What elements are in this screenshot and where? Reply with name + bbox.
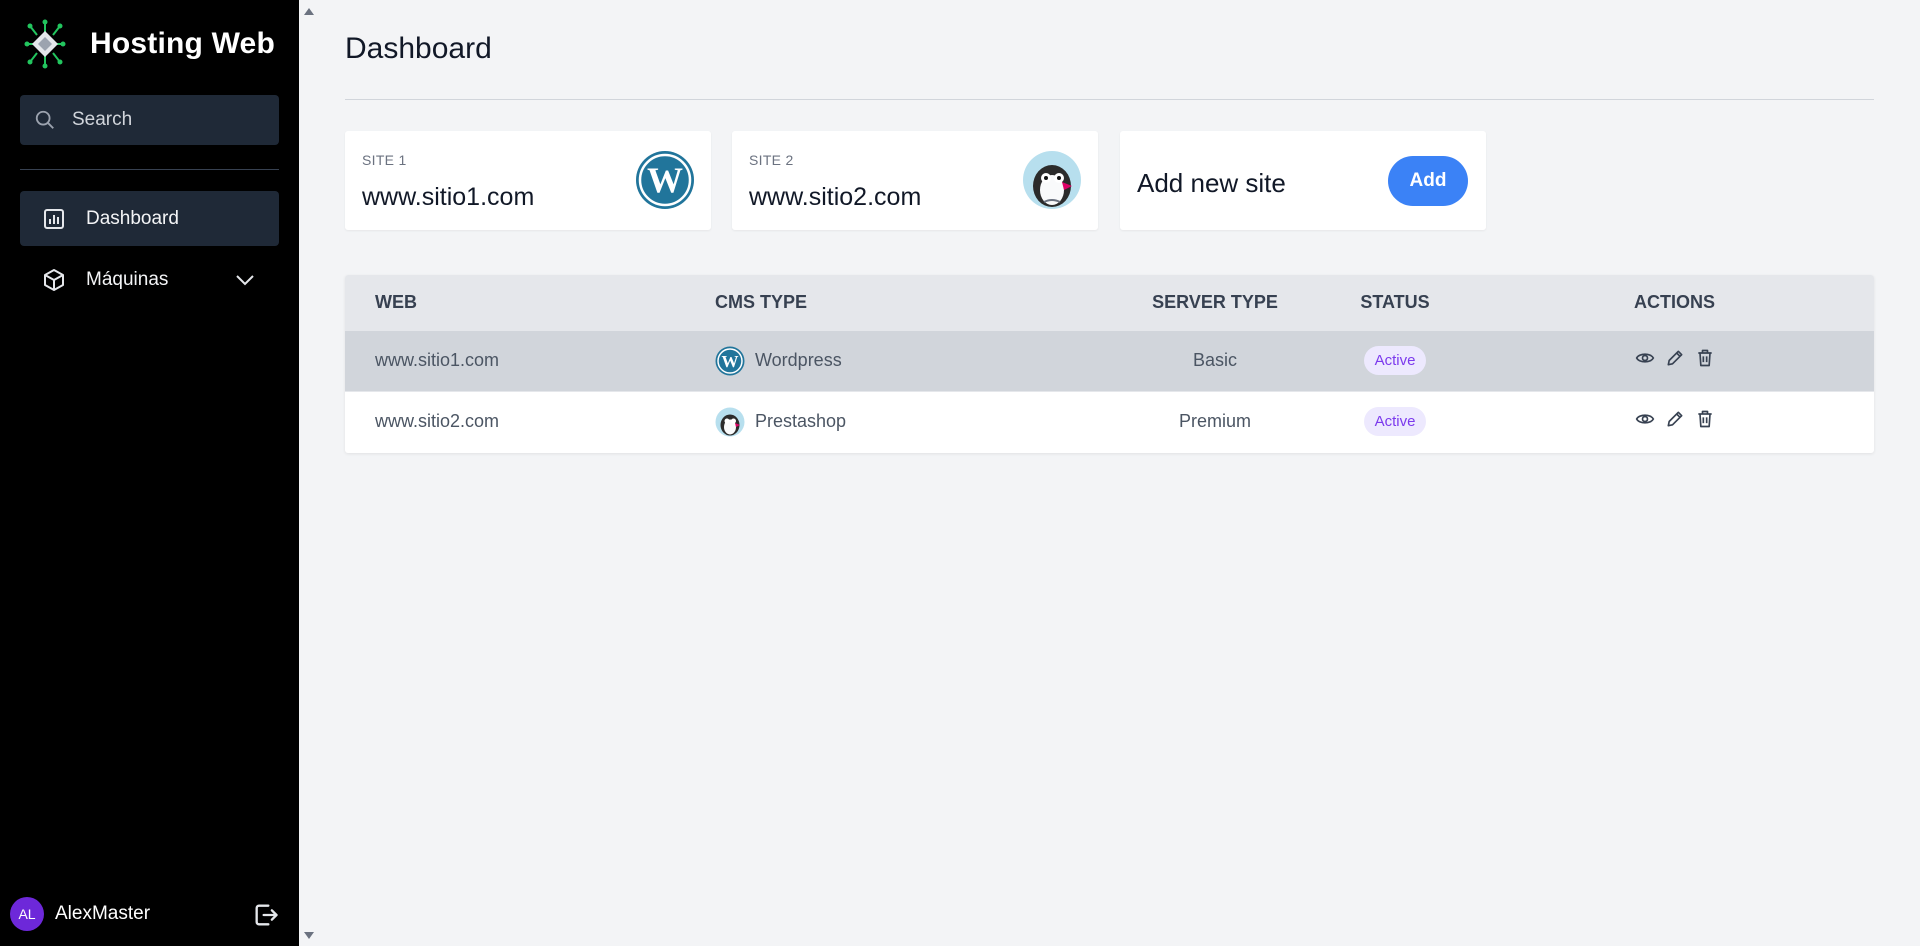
table-header-row: WEB CMS TYPE SERVER TYPE STATUS ACTIONS	[345, 275, 1874, 330]
cell-server-type: Premium	[1178, 411, 1251, 432]
cell-cms: Prestashop	[715, 391, 1115, 452]
add-site-card: Add new site Add	[1120, 131, 1486, 230]
site-card-2[interactable]: SITE 2 www.sitio2.com	[732, 131, 1098, 230]
sidebar-item-maquinas[interactable]: Máquinas	[20, 252, 279, 307]
chart-icon	[44, 208, 64, 229]
trash-icon[interactable]	[1695, 409, 1715, 429]
title-divider	[345, 99, 1874, 100]
user-profile: AL AlexMaster	[10, 896, 280, 932]
site-card-label: SITE 1	[362, 152, 407, 168]
page-title: Dashboard	[345, 32, 492, 65]
search-box[interactable]	[20, 95, 279, 145]
column-header-web[interactable]: WEB	[345, 275, 715, 330]
trash-icon[interactable]	[1695, 348, 1715, 368]
sidebar-item-dashboard[interactable]: Dashboard	[20, 191, 279, 246]
search-input[interactable]	[72, 109, 262, 131]
add-site-title: Add new site	[1137, 168, 1286, 198]
sidebar-divider	[20, 169, 279, 170]
svg-text:W: W	[647, 160, 683, 200]
status-badge: Active	[1363, 346, 1427, 375]
circuit-chip-logo-icon	[24, 19, 66, 69]
svg-text:W: W	[722, 352, 739, 371]
cell-status: Active	[1315, 330, 1475, 391]
pencil-icon[interactable]	[1665, 409, 1685, 429]
cell-status: Active	[1315, 391, 1475, 452]
cell-server-type: Basic	[1192, 350, 1237, 370]
user-name: AlexMaster	[55, 903, 151, 924]
avatar[interactable]: AL	[10, 897, 44, 931]
sidebar-item-label: Dashboard	[86, 207, 179, 229]
column-header-cms-type[interactable]: CMS TYPE	[715, 275, 1115, 330]
sidebar-item-label: Máquinas	[86, 268, 169, 290]
cell-web: www.sitio1.com	[375, 350, 500, 370]
logout-icon[interactable]	[252, 901, 280, 929]
column-header-status[interactable]: STATUS	[1315, 275, 1475, 330]
wordpress-logo-icon: W	[636, 151, 694, 209]
scroll-down-arrow-icon[interactable]	[303, 929, 315, 941]
table-row[interactable]: www.sitio2.com Prestashop Premium Active	[345, 391, 1874, 452]
eye-icon[interactable]	[1635, 348, 1655, 368]
cell-web: www.sitio2.com	[375, 411, 500, 432]
search-icon	[35, 110, 54, 129]
pencil-icon[interactable]	[1665, 348, 1685, 368]
cms-name: Wordpress	[755, 350, 842, 370]
table-row[interactable]: www.sitio1.com W Wordpress Basic Active	[345, 330, 1874, 391]
eye-icon[interactable]	[1635, 409, 1655, 429]
wordpress-icon: W	[715, 346, 745, 375]
cell-cms: W Wordpress	[715, 330, 1115, 391]
site-card-domain: www.sitio1.com	[362, 183, 535, 211]
brand[interactable]: Hosting Web	[24, 18, 275, 70]
chevron-down-icon[interactable]	[233, 268, 257, 292]
cms-name: Prestashop	[755, 411, 847, 432]
cube-icon	[44, 268, 64, 291]
status-badge: Active	[1363, 407, 1427, 437]
sites-table: WEB CMS TYPE SERVER TYPE STATUS ACTIONS …	[345, 275, 1874, 453]
column-header-actions: ACTIONS	[1634, 291, 1715, 312]
prestashop-icon	[715, 407, 745, 437]
site-card-1[interactable]: SITE 1 www.sitio1.com W	[345, 131, 711, 230]
sidebar: Hosting Web Dashboard Máquinas AL AlexMa…	[0, 0, 299, 946]
prestashop-logo-icon	[1023, 151, 1081, 209]
site-card-domain: www.sitio2.com	[749, 183, 922, 211]
scroll-up-arrow-icon[interactable]	[303, 6, 315, 18]
column-header-server-type[interactable]: SERVER TYPE	[1115, 275, 1315, 330]
add-site-button[interactable]: Add	[1388, 156, 1468, 206]
cell-actions	[1475, 391, 1874, 452]
cell-actions	[1475, 330, 1874, 391]
brand-title: Hosting Web	[90, 27, 275, 60]
site-card-label: SITE 2	[749, 152, 794, 168]
